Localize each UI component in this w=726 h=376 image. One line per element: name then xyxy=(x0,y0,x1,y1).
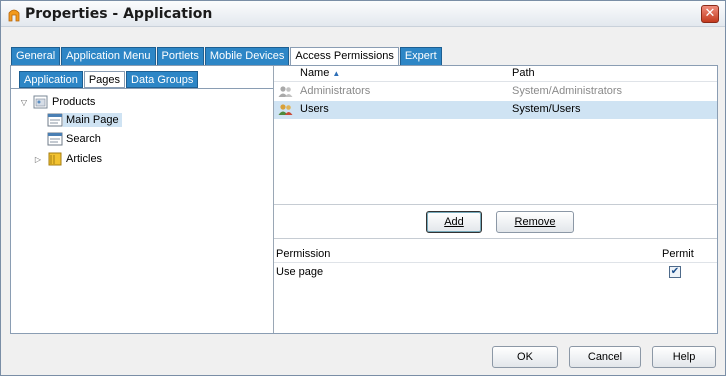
cell-path: System/Users xyxy=(512,103,581,115)
remove-button[interactable]: Remove xyxy=(496,211,574,233)
collapse-toggle-icon[interactable]: ▽ xyxy=(19,98,29,107)
permit-checkbox[interactable]: ✔ xyxy=(669,266,681,278)
user-group-icon xyxy=(278,104,293,115)
title-bar[interactable]: Properties - Application ✕ xyxy=(1,1,725,27)
sort-ascending-icon: ▲ xyxy=(332,69,341,78)
page-icon xyxy=(47,132,63,146)
tab-expert[interactable]: Expert xyxy=(399,47,442,65)
cell-name: Administrators xyxy=(300,85,371,97)
subtab-pages[interactable]: Pages xyxy=(83,71,126,88)
ok-button[interactable]: OK xyxy=(492,346,558,368)
permissions-pane: Name ▲ Path Administrators System/Adminis… xyxy=(274,66,717,333)
permission-name: Use page xyxy=(276,266,324,278)
help-button[interactable]: Help xyxy=(652,346,716,368)
tree-item-label: Products xyxy=(52,96,96,108)
cancel-button[interactable]: Cancel xyxy=(569,346,641,368)
column-header-path[interactable]: Path xyxy=(512,67,535,79)
application-icon xyxy=(8,9,20,22)
subtab-data-groups[interactable]: Data Groups xyxy=(126,71,199,88)
remove-button-label: Remove xyxy=(514,216,556,228)
tab-mobile-devices[interactable]: Mobile Devices xyxy=(204,47,290,65)
tab-application-menu[interactable]: Application Menu xyxy=(61,47,156,65)
column-header-name[interactable]: Name ▲ xyxy=(300,67,340,79)
tree-item-label: Search xyxy=(66,133,101,145)
add-button[interactable]: Add xyxy=(426,211,482,233)
subtab-application[interactable]: Application xyxy=(19,71,83,88)
tree-item-articles[interactable]: ▷ Articles xyxy=(33,150,102,168)
column-header-permission[interactable]: Permission xyxy=(276,248,330,260)
folder-icon xyxy=(48,152,62,166)
divider xyxy=(11,88,273,89)
principals-grid-header: Name ▲ Path xyxy=(274,66,717,82)
main-tab-bar: General Application Menu Portlets Mobile… xyxy=(11,47,443,66)
folder-page-icon xyxy=(33,95,48,109)
page-icon xyxy=(47,113,63,127)
cell-path: System/Administrators xyxy=(512,85,623,97)
tree-item-main-page[interactable]: Main Page xyxy=(47,111,122,129)
tree-item-search[interactable]: Search xyxy=(47,130,101,148)
cell-name: Users xyxy=(300,103,329,115)
user-group-icon xyxy=(278,86,293,97)
tab-portlets[interactable]: Portlets xyxy=(156,47,204,65)
permission-grid-header: Permission Permit xyxy=(274,247,717,263)
table-row[interactable]: Users System/Users xyxy=(274,101,717,119)
properties-dialog: Properties - Application ✕ General Appli… xyxy=(0,0,726,376)
tree-item-label: Main Page xyxy=(63,113,122,127)
tab-general[interactable]: General xyxy=(11,47,61,65)
grid-button-bar: Add Remove xyxy=(274,204,717,239)
permission-row: Use page ✔ xyxy=(274,264,717,282)
column-header-label: Name xyxy=(300,67,330,79)
tree-item-products[interactable]: ▽ Products xyxy=(19,93,95,111)
tree-item-label: Articles xyxy=(66,153,103,165)
window-title: Properties - Application xyxy=(25,6,213,22)
expand-toggle-icon[interactable]: ▷ xyxy=(33,155,43,164)
close-icon: ✕ xyxy=(704,6,716,21)
sub-tab-bar: Application Pages Data Groups xyxy=(19,71,199,88)
close-button[interactable]: ✕ xyxy=(701,5,719,23)
column-header-permit[interactable]: Permit xyxy=(662,248,694,260)
tab-content-panel: Application Pages Data Groups ▽ Products xyxy=(10,65,718,334)
tab-access-permissions[interactable]: Access Permissions xyxy=(290,47,399,66)
add-button-label: Add xyxy=(444,216,464,228)
page-tree-pane: Application Pages Data Groups ▽ Products xyxy=(11,66,274,333)
table-row[interactable]: Administrators System/Administrators xyxy=(274,83,717,101)
